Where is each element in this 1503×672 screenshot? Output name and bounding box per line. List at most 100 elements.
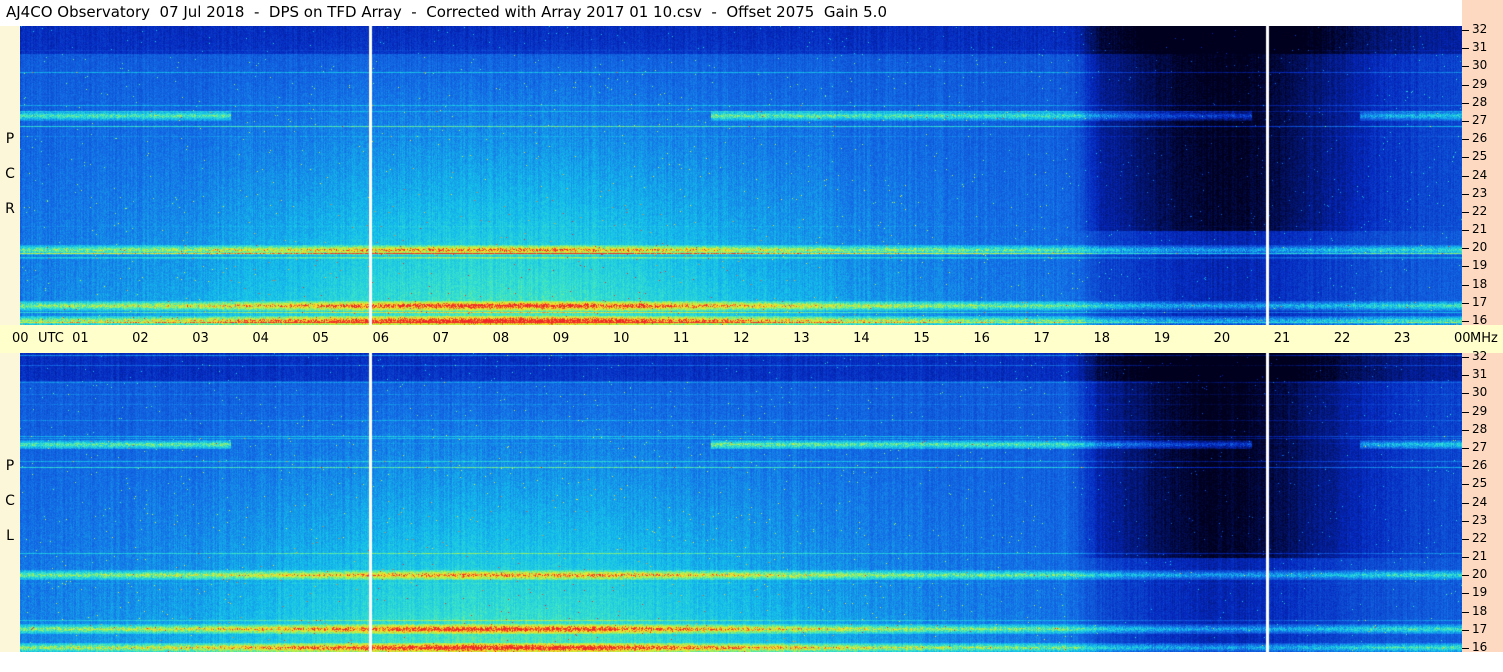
freq-tick-label-1-18: 18 (1472, 603, 1488, 618)
freq-tick-label-0-20: 20 (1472, 240, 1488, 255)
utc-tick-2: 02 (132, 331, 149, 346)
bottom-margin (0, 652, 1503, 672)
freq-tick-label-1-31: 31 (1472, 367, 1488, 382)
freq-tick-mark-0-23 (1462, 193, 1469, 195)
freq-tick-label-1-32: 32 (1472, 349, 1488, 363)
lcp-polarization-strip: P C L (0, 353, 20, 652)
freq-tick-mark-1-19 (1462, 593, 1469, 595)
freq-tick-mark-1-28 (1462, 429, 1469, 431)
utc-tick-10: 10 (612, 331, 630, 346)
freq-tick-mark-0-27 (1462, 120, 1469, 122)
utc-tick-15: 15 (913, 331, 930, 346)
rcp-spectrogram-canvas (20, 26, 1462, 325)
freq-tick-label-0-21: 21 (1472, 222, 1488, 237)
freq-tick-mark-0-20 (1462, 248, 1469, 250)
utc-tick-24: 00 (1454, 331, 1471, 346)
utc-time-axis: 00 UTC 01 02 03 04 05 06 07 08 09 10 11 12 13 14 15 16 17 1… (0, 325, 1503, 353)
freq-tick-mark-0-18 (1462, 284, 1469, 286)
utc-tick-1: 01 (72, 331, 89, 346)
freq-tick-mark-1-32 (1462, 357, 1469, 358)
freq-tick-label-1-19: 19 (1472, 585, 1488, 600)
freq-tick-mark-1-26 (1462, 466, 1469, 468)
freq-tick-label-0-26: 26 (1472, 131, 1488, 146)
utc-tick-14: 14 (853, 331, 870, 346)
freq-tick-label-0-18: 18 (1472, 276, 1488, 291)
utc-tick-12: 12 (733, 331, 750, 346)
mhz-unit-label: MHz (1470, 331, 1498, 346)
freq-tick-label-1-24: 24 (1472, 494, 1488, 509)
freq-tick-label-0-23: 23 (1472, 185, 1488, 200)
rcp-polarization-strip: P C R (0, 26, 20, 325)
freq-tick-label-1-17: 17 (1472, 621, 1488, 636)
utc-tick-23: 23 (1393, 331, 1411, 346)
freq-tick-mark-0-19 (1462, 266, 1469, 268)
freq-tick-mark-1-29 (1462, 411, 1469, 413)
utc-tick-17: 17 (1033, 331, 1050, 346)
freq-tick-mark-1-24 (1462, 502, 1469, 504)
freq-tick-label-1-29: 29 (1472, 403, 1488, 418)
freq-tick-label-1-28: 28 (1472, 421, 1488, 436)
freq-tick-mark-1-27 (1462, 447, 1469, 449)
freq-tick-label-1-22: 22 (1472, 530, 1488, 545)
freq-tick-label-1-25: 25 (1472, 476, 1488, 491)
freq-tick-mark-1-16 (1462, 648, 1469, 649)
freq-tick-mark-1-23 (1462, 520, 1469, 522)
freq-tick-label-1-26: 26 (1472, 458, 1488, 473)
freq-tick-mark-0-16 (1462, 321, 1469, 322)
rcp-label-letter-2: C (5, 166, 15, 182)
freq-tick-mark-1-20 (1462, 575, 1469, 577)
lcp-spectrogram-canvas (20, 353, 1462, 652)
freq-tick-label-0-19: 19 (1472, 258, 1488, 273)
freq-tick-label-0-27: 27 (1472, 112, 1488, 127)
freq-tick-label-1-27: 27 (1472, 439, 1488, 454)
utc-tick-3: 03 (192, 331, 209, 346)
freq-tick-mark-0-32 (1462, 30, 1469, 31)
freq-tick-label-0-29: 29 (1472, 76, 1488, 91)
freq-tick-label-1-30: 30 (1472, 385, 1488, 400)
utc-tick-5: 05 (312, 331, 329, 346)
freq-tick-label-1-23: 23 (1472, 512, 1488, 527)
utc-tick-4: 04 (252, 331, 269, 346)
lcp-label-letter-2: C (5, 493, 15, 509)
freq-tick-label-0-17: 17 (1472, 294, 1488, 309)
freq-tick-label-0-28: 28 (1472, 94, 1488, 109)
lcp-label-letter-1: P (5, 458, 15, 474)
freq-tick-label-1-21: 21 (1472, 549, 1488, 564)
freq-tick-label-0-32: 32 (1472, 22, 1488, 36)
utc-tick-0: 00 (12, 331, 29, 346)
utc-tick-20: 20 (1213, 331, 1231, 346)
freq-tick-label-0-30: 30 (1472, 58, 1488, 73)
freq-tick-mark-1-18 (1462, 611, 1469, 613)
freq-tick-mark-1-21 (1462, 557, 1469, 559)
lcp-spectrogram (20, 353, 1462, 652)
freq-tick-mark-0-25 (1462, 157, 1469, 159)
freq-tick-mark-1-25 (1462, 484, 1469, 486)
utc-tick-6: 06 (372, 331, 390, 346)
rcp-frequency-axis: 16 17 18 19 20 21 22 23 24 25 26 27 28 29 30 31 32 (1462, 22, 1503, 327)
lcp-label-letter-3: L (6, 528, 14, 544)
chart-title: AJ4CO Observatory 07 Jul 2018 - DPS on T… (6, 3, 887, 21)
title-bar: AJ4CO Observatory 07 Jul 2018 - DPS on T… (0, 0, 1462, 26)
utc-tick-11: 11 (672, 331, 690, 346)
rcp-label-letter-1: P (5, 131, 15, 147)
lcp-frequency-axis: 16 17 18 19 20 21 22 23 24 25 26 27 28 29 30 31 32 (1462, 349, 1503, 654)
freq-tick-mark-0-29 (1462, 84, 1469, 86)
freq-tick-mark-0-26 (1462, 139, 1469, 141)
freq-tick-mark-0-30 (1462, 66, 1469, 68)
utc-tick-7: 07 (432, 331, 450, 346)
freq-tick-mark-0-24 (1462, 175, 1469, 177)
freq-tick-mark-1-30 (1462, 393, 1469, 395)
freq-tick-label-1-20: 20 (1472, 567, 1488, 582)
utc-tick-21: 21 (1273, 331, 1291, 346)
freq-tick-label-0-16: 16 (1472, 313, 1488, 327)
utc-tick-22: 22 (1333, 331, 1351, 346)
utc-tick-13: 13 (793, 331, 810, 346)
freq-tick-mark-0-21 (1462, 230, 1469, 232)
freq-tick-mark-0-28 (1462, 102, 1469, 104)
utc-tick-9: 09 (552, 331, 570, 346)
freq-tick-mark-0-31 (1462, 48, 1469, 50)
freq-tick-label-0-25: 25 (1472, 149, 1488, 164)
utc-axis-label: UTC (38, 331, 64, 346)
utc-tick-16: 16 (973, 331, 990, 346)
freq-tick-mark-1-22 (1462, 538, 1469, 540)
